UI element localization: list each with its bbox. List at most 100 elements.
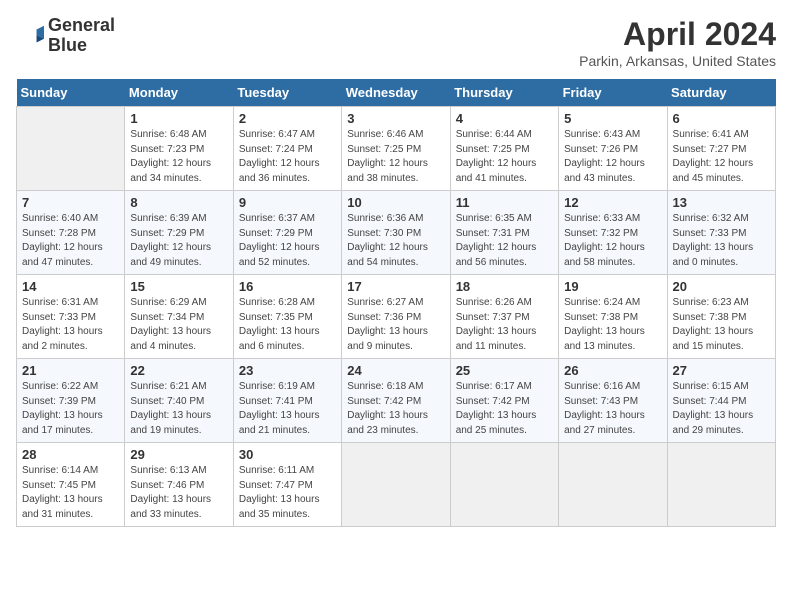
day-number: 23 bbox=[239, 363, 336, 378]
calendar-day-cell: 11 Sunrise: 6:35 AM Sunset: 7:31 PM Dayli… bbox=[450, 191, 558, 275]
logo-line1: General bbox=[48, 16, 115, 36]
day-info: Sunrise: 6:37 AM Sunset: 7:29 PM Dayligh… bbox=[239, 212, 336, 270]
weekday-header: Thursday bbox=[450, 79, 558, 107]
weekday-header: Wednesday bbox=[342, 79, 450, 107]
calendar-day-cell: 13 Sunrise: 6:32 AM Sunset: 7:33 PM Dayli… bbox=[667, 191, 775, 275]
day-number: 29 bbox=[130, 447, 227, 462]
day-number: 27 bbox=[673, 363, 770, 378]
day-info: Sunrise: 6:33 AM Sunset: 7:32 PM Dayligh… bbox=[564, 212, 661, 270]
day-info: Sunrise: 6:15 AM Sunset: 7:44 PM Dayligh… bbox=[673, 380, 770, 438]
day-number: 24 bbox=[347, 363, 444, 378]
day-info: Sunrise: 6:29 AM Sunset: 7:34 PM Dayligh… bbox=[130, 296, 227, 354]
calendar-day-cell: 25 Sunrise: 6:17 AM Sunset: 7:42 PM Dayli… bbox=[450, 359, 558, 443]
calendar-day-cell: 10 Sunrise: 6:36 AM Sunset: 7:30 PM Dayli… bbox=[342, 191, 450, 275]
logo-icon bbox=[16, 22, 44, 50]
day-number: 14 bbox=[22, 279, 119, 294]
calendar-week-row: 28 Sunrise: 6:14 AM Sunset: 7:45 PM Dayli… bbox=[17, 443, 776, 527]
day-info: Sunrise: 6:22 AM Sunset: 7:39 PM Dayligh… bbox=[22, 380, 119, 438]
calendar-day-cell: 5 Sunrise: 6:43 AM Sunset: 7:26 PM Daylig… bbox=[559, 107, 667, 191]
day-number: 10 bbox=[347, 195, 444, 210]
calendar-day-cell: 12 Sunrise: 6:33 AM Sunset: 7:32 PM Dayli… bbox=[559, 191, 667, 275]
weekday-header: Tuesday bbox=[233, 79, 341, 107]
day-number: 30 bbox=[239, 447, 336, 462]
day-info: Sunrise: 6:44 AM Sunset: 7:25 PM Dayligh… bbox=[456, 128, 553, 186]
calendar-table: SundayMondayTuesdayWednesdayThursdayFrid… bbox=[16, 79, 776, 527]
calendar-day-cell bbox=[450, 443, 558, 527]
calendar-day-cell: 18 Sunrise: 6:26 AM Sunset: 7:37 PM Dayli… bbox=[450, 275, 558, 359]
weekday-header: Monday bbox=[125, 79, 233, 107]
calendar-day-cell: 6 Sunrise: 6:41 AM Sunset: 7:27 PM Daylig… bbox=[667, 107, 775, 191]
calendar-week-row: 21 Sunrise: 6:22 AM Sunset: 7:39 PM Dayli… bbox=[17, 359, 776, 443]
calendar-day-cell: 4 Sunrise: 6:44 AM Sunset: 7:25 PM Daylig… bbox=[450, 107, 558, 191]
day-number: 3 bbox=[347, 111, 444, 126]
calendar-day-cell bbox=[17, 107, 125, 191]
day-number: 8 bbox=[130, 195, 227, 210]
day-info: Sunrise: 6:35 AM Sunset: 7:31 PM Dayligh… bbox=[456, 212, 553, 270]
title-block: April 2024 Parkin, Arkansas, United Stat… bbox=[579, 16, 776, 69]
calendar-day-cell bbox=[667, 443, 775, 527]
calendar-day-cell: 27 Sunrise: 6:15 AM Sunset: 7:44 PM Dayli… bbox=[667, 359, 775, 443]
calendar-body: 1Sunrise: 6:48 AM Sunset: 7:23 PM Daylig… bbox=[17, 107, 776, 527]
day-number: 19 bbox=[564, 279, 661, 294]
calendar-day-cell: 30 Sunrise: 6:11 AM Sunset: 7:47 PM Dayli… bbox=[233, 443, 341, 527]
calendar-day-cell: 19Sunrise: 6:24 AM Sunset: 7:38 PM Dayli… bbox=[559, 275, 667, 359]
day-number: 15 bbox=[130, 279, 227, 294]
day-info: Sunrise: 6:36 AM Sunset: 7:30 PM Dayligh… bbox=[347, 212, 444, 270]
day-number: 7 bbox=[22, 195, 119, 210]
logo: General Blue bbox=[16, 16, 115, 56]
calendar-day-cell: 20Sunrise: 6:23 AM Sunset: 7:38 PM Dayli… bbox=[667, 275, 775, 359]
day-number: 18 bbox=[456, 279, 553, 294]
day-number: 2 bbox=[239, 111, 336, 126]
day-number: 9 bbox=[239, 195, 336, 210]
calendar-day-cell bbox=[342, 443, 450, 527]
location: Parkin, Arkansas, United States bbox=[579, 53, 776, 69]
calendar-day-cell: 21 Sunrise: 6:22 AM Sunset: 7:39 PM Dayli… bbox=[17, 359, 125, 443]
calendar-week-row: 1Sunrise: 6:48 AM Sunset: 7:23 PM Daylig… bbox=[17, 107, 776, 191]
day-info: Sunrise: 6:11 AM Sunset: 7:47 PM Dayligh… bbox=[239, 464, 336, 522]
day-number: 25 bbox=[456, 363, 553, 378]
day-number: 17 bbox=[347, 279, 444, 294]
day-info: Sunrise: 6:28 AM Sunset: 7:35 PM Dayligh… bbox=[239, 296, 336, 354]
day-number: 12 bbox=[564, 195, 661, 210]
calendar-day-cell: 29Sunrise: 6:13 AM Sunset: 7:46 PM Dayli… bbox=[125, 443, 233, 527]
calendar-week-row: 7 Sunrise: 6:40 AM Sunset: 7:28 PM Daylig… bbox=[17, 191, 776, 275]
day-info: Sunrise: 6:17 AM Sunset: 7:42 PM Dayligh… bbox=[456, 380, 553, 438]
calendar-day-cell: 15 Sunrise: 6:29 AM Sunset: 7:34 PM Dayli… bbox=[125, 275, 233, 359]
calendar-day-cell: 14 Sunrise: 6:31 AM Sunset: 7:33 PM Dayli… bbox=[17, 275, 125, 359]
day-number: 5 bbox=[564, 111, 661, 126]
day-info: Sunrise: 6:43 AM Sunset: 7:26 PM Dayligh… bbox=[564, 128, 661, 186]
calendar-header: SundayMondayTuesdayWednesdayThursdayFrid… bbox=[17, 79, 776, 107]
day-info: Sunrise: 6:14 AM Sunset: 7:45 PM Dayligh… bbox=[22, 464, 119, 522]
logo-line2: Blue bbox=[48, 36, 115, 56]
day-info: Sunrise: 6:41 AM Sunset: 7:27 PM Dayligh… bbox=[673, 128, 770, 186]
day-number: 13 bbox=[673, 195, 770, 210]
weekday-row: SundayMondayTuesdayWednesdayThursdayFrid… bbox=[17, 79, 776, 107]
day-number: 21 bbox=[22, 363, 119, 378]
calendar-day-cell: 7 Sunrise: 6:40 AM Sunset: 7:28 PM Daylig… bbox=[17, 191, 125, 275]
calendar-day-cell: 22Sunrise: 6:21 AM Sunset: 7:40 PM Dayli… bbox=[125, 359, 233, 443]
day-info: Sunrise: 6:40 AM Sunset: 7:28 PM Dayligh… bbox=[22, 212, 119, 270]
calendar-day-cell bbox=[559, 443, 667, 527]
calendar-day-cell: 3 Sunrise: 6:46 AM Sunset: 7:25 PM Daylig… bbox=[342, 107, 450, 191]
day-info: Sunrise: 6:31 AM Sunset: 7:33 PM Dayligh… bbox=[22, 296, 119, 354]
calendar-day-cell: 1Sunrise: 6:48 AM Sunset: 7:23 PM Daylig… bbox=[125, 107, 233, 191]
day-number: 4 bbox=[456, 111, 553, 126]
day-number: 28 bbox=[22, 447, 119, 462]
day-info: Sunrise: 6:32 AM Sunset: 7:33 PM Dayligh… bbox=[673, 212, 770, 270]
day-info: Sunrise: 6:46 AM Sunset: 7:25 PM Dayligh… bbox=[347, 128, 444, 186]
calendar-day-cell: 28 Sunrise: 6:14 AM Sunset: 7:45 PM Dayli… bbox=[17, 443, 125, 527]
calendar-day-cell: 2Sunrise: 6:47 AM Sunset: 7:24 PM Daylig… bbox=[233, 107, 341, 191]
calendar-day-cell: 8 Sunrise: 6:39 AM Sunset: 7:29 PM Daylig… bbox=[125, 191, 233, 275]
page-header: General Blue April 2024 Parkin, Arkansas… bbox=[16, 16, 776, 69]
day-info: Sunrise: 6:39 AM Sunset: 7:29 PM Dayligh… bbox=[130, 212, 227, 270]
calendar-week-row: 14 Sunrise: 6:31 AM Sunset: 7:33 PM Dayli… bbox=[17, 275, 776, 359]
day-number: 26 bbox=[564, 363, 661, 378]
day-info: Sunrise: 6:48 AM Sunset: 7:23 PM Dayligh… bbox=[130, 128, 227, 186]
day-number: 11 bbox=[456, 195, 553, 210]
weekday-header: Friday bbox=[559, 79, 667, 107]
day-info: Sunrise: 6:27 AM Sunset: 7:36 PM Dayligh… bbox=[347, 296, 444, 354]
calendar-day-cell: 24Sunrise: 6:18 AM Sunset: 7:42 PM Dayli… bbox=[342, 359, 450, 443]
day-number: 6 bbox=[673, 111, 770, 126]
day-info: Sunrise: 6:26 AM Sunset: 7:37 PM Dayligh… bbox=[456, 296, 553, 354]
day-info: Sunrise: 6:21 AM Sunset: 7:40 PM Dayligh… bbox=[130, 380, 227, 438]
